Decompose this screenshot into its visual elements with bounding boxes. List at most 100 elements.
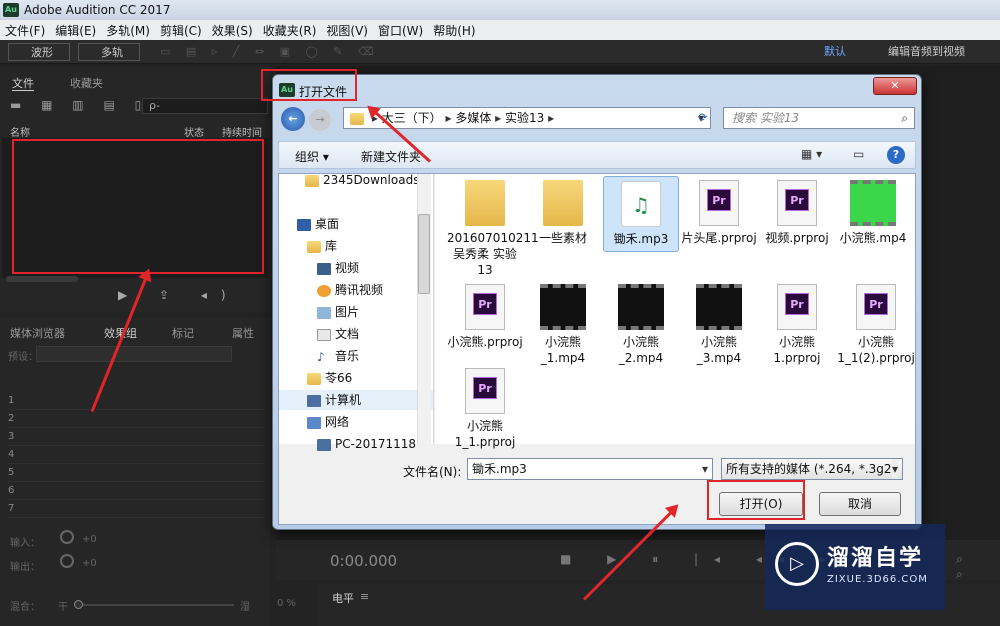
video-file-icon (618, 284, 664, 330)
file-item[interactable]: 小浣熊.mp4 (835, 180, 911, 246)
slot-number: 5 (8, 467, 15, 478)
menu-bar: 文件(F) 编辑(E) 多轨(M) 剪辑(C) 效果(S) 收藏夹(R) 视图(… (0, 20, 1000, 40)
view-options-icon[interactable]: ▦ ▾ (801, 147, 822, 161)
effect-slot[interactable]: 5 (8, 464, 264, 482)
tree-item-network[interactable]: 网络 (307, 412, 349, 432)
tree-item-videos[interactable]: 视频 (317, 258, 359, 278)
breadcrumb-1[interactable]: 大三（下） (382, 111, 442, 125)
filetype-select[interactable]: 所有支持的媒体 (*.264, *.3g2, ▾ (721, 458, 903, 480)
effect-slot[interactable]: 1 (8, 392, 264, 410)
folder-icon (543, 180, 583, 226)
file-item[interactable]: 201607010211 吴秀柔 实验13 (447, 180, 539, 278)
search-input[interactable]: ρ- (142, 98, 268, 114)
tree-item-downloads[interactable]: 2345Downloads (305, 170, 419, 190)
forward-icon[interactable]: → (309, 109, 331, 131)
file-item[interactable]: 小浣熊_2.mp4 (603, 284, 679, 366)
filename-dropdown-icon[interactable]: ▾ (702, 459, 708, 479)
file-item[interactable]: Pr 小浣熊1_1(2).prproj (835, 284, 917, 366)
zoom-icons[interactable]: ⌕ ⌕ (956, 552, 1000, 582)
menu-file[interactable]: 文件(F) (0, 22, 50, 39)
tab-favorites[interactable]: 收藏夹 (70, 75, 103, 91)
tree-item-desktop[interactable]: 桌面 (297, 214, 339, 234)
col-duration[interactable]: 持续时间 (222, 124, 262, 139)
col-name[interactable]: 名称 (10, 124, 30, 139)
breadcrumb-3[interactable]: 实验13 (505, 111, 544, 125)
file-item[interactable]: 一些素材 (525, 180, 601, 246)
mix-slider-handle[interactable] (74, 600, 83, 609)
tree-label: 音乐 (335, 349, 360, 363)
breadcrumb-2[interactable]: 多媒体 (455, 111, 491, 125)
workspace-video-edit[interactable]: 编辑音频到视频 (888, 43, 965, 61)
mix-label: 混合： (10, 602, 40, 613)
search-icon[interactable]: ⌕ (901, 108, 908, 128)
file-item-selected[interactable]: ♫ 锄禾.mp3 (603, 176, 679, 252)
premiere-project-icon: Pr (699, 180, 739, 226)
level-menu-icon[interactable]: ≡ (360, 590, 369, 603)
menu-favorites[interactable]: 收藏夹(R) (258, 22, 322, 39)
files-scrollbar[interactable] (6, 276, 78, 282)
menu-multitrack[interactable]: 多轨(M) (101, 22, 155, 39)
input-knob-icon[interactable] (60, 530, 74, 544)
tab-properties[interactable]: 属性 (232, 325, 254, 341)
new-folder-button[interactable]: 新建文件夹 (361, 148, 421, 165)
output-knob-icon[interactable] (60, 554, 74, 568)
file-item[interactable]: Pr 小浣熊1.prproj (759, 284, 835, 366)
tree-item-user[interactable]: 苓66 (307, 368, 352, 388)
preset-label: 预设： (8, 352, 38, 363)
help-icon[interactable]: ? (887, 146, 905, 164)
tab-media-browser[interactable]: 媒体浏览器 (10, 325, 65, 341)
file-name: 小浣熊.prproj (447, 335, 523, 349)
waveform-button[interactable]: 波形 (8, 43, 70, 61)
file-item[interactable]: Pr 视频.prproj (759, 180, 835, 246)
mix-percent: 0 % (276, 598, 296, 609)
computer-icon (307, 394, 321, 407)
menu-clip[interactable]: 剪辑(C) (155, 22, 207, 39)
tree-item-computer[interactable]: 计算机 (279, 390, 433, 410)
menu-view[interactable]: 视图(V) (321, 22, 373, 39)
files-panel: 文件 收藏夹 ▬ ▦ ▥ ▤ ▯ ρ- 名称 状态 持续时间 ▶ ⇪ ◂) (0, 66, 270, 312)
menu-help[interactable]: 帮助(H) (428, 22, 480, 39)
address-bar[interactable]: ▸ 大三（下） ▸ 多媒体 ▸ 实验13 ▸ ▾ (343, 107, 711, 129)
tree-item-pictures[interactable]: 图片 (317, 302, 359, 322)
file-item[interactable]: Pr 片头尾.prproj (681, 180, 757, 246)
effect-slot[interactable]: 6 (8, 482, 264, 500)
cancel-button[interactable]: 取消 (819, 492, 901, 516)
filetype-dropdown-icon[interactable]: ▾ (891, 459, 898, 479)
tree-item-pc[interactable]: PC-20171118 (317, 434, 429, 454)
effect-slot[interactable]: 3 (8, 428, 264, 446)
refresh-icon[interactable]: ⟳ (693, 108, 713, 128)
tool-icons[interactable]: ▭ ▤ ▹ ╱ ⇔ ▣ ◯ ✎ ⌫ (160, 43, 440, 61)
effect-slot[interactable]: 4 (8, 446, 264, 464)
tree-scrollbar-thumb[interactable] (418, 214, 430, 294)
workspace-default[interactable]: 默认 (824, 43, 846, 61)
file-item[interactable]: Pr 小浣熊1_1.prproj (447, 368, 523, 450)
dialog-search-input[interactable]: 搜索 实验13 ⌕ (723, 107, 915, 129)
preset-select[interactable] (36, 346, 232, 362)
tab-markers[interactable]: 标记 (172, 325, 194, 341)
menu-edit[interactable]: 编辑(E) (50, 22, 101, 39)
files-toolbar-icons[interactable]: ▬ ▦ ▥ ▤ ▯ (10, 98, 149, 112)
file-item[interactable]: 小浣熊_1.mp4 (525, 284, 601, 366)
effect-slot[interactable]: 2 (8, 410, 264, 428)
tree-item-documents[interactable]: 文档 (317, 324, 359, 344)
file-item[interactable]: Pr 小浣熊.prproj (447, 284, 523, 350)
col-status[interactable]: 状态 (184, 124, 204, 139)
file-item[interactable]: 小浣熊_3.mp4 (681, 284, 757, 366)
tree-label: 网络 (325, 415, 350, 429)
organize-button[interactable]: 组织 ▾ (295, 148, 329, 165)
tree-item-tencent-video[interactable]: 腾讯视频 (317, 280, 383, 300)
filename-input[interactable]: 锄禾.mp3 ▾ (467, 458, 713, 480)
tree-item-music[interactable]: ♪ 音乐 (317, 346, 359, 366)
menu-effects[interactable]: 效果(S) (207, 22, 258, 39)
mix-slider[interactable] (74, 604, 234, 606)
tree-item-libraries[interactable]: 库 (307, 236, 337, 256)
tab-files[interactable]: 文件 (12, 75, 34, 91)
effect-slot[interactable]: 7 (8, 500, 264, 518)
back-icon[interactable]: ← (281, 107, 305, 131)
dialog-body: 2345Downloads 桌面 库 视频 腾讯视频 图片 文档 ♪ 音乐 苓66… (278, 173, 916, 525)
tree-label: 图片 (335, 305, 360, 319)
menu-window[interactable]: 窗口(W) (373, 22, 428, 39)
close-icon[interactable]: ✕ (873, 77, 917, 95)
preview-pane-icon[interactable]: ▭ (853, 147, 864, 161)
multitrack-button[interactable]: 多轨 (78, 43, 140, 61)
